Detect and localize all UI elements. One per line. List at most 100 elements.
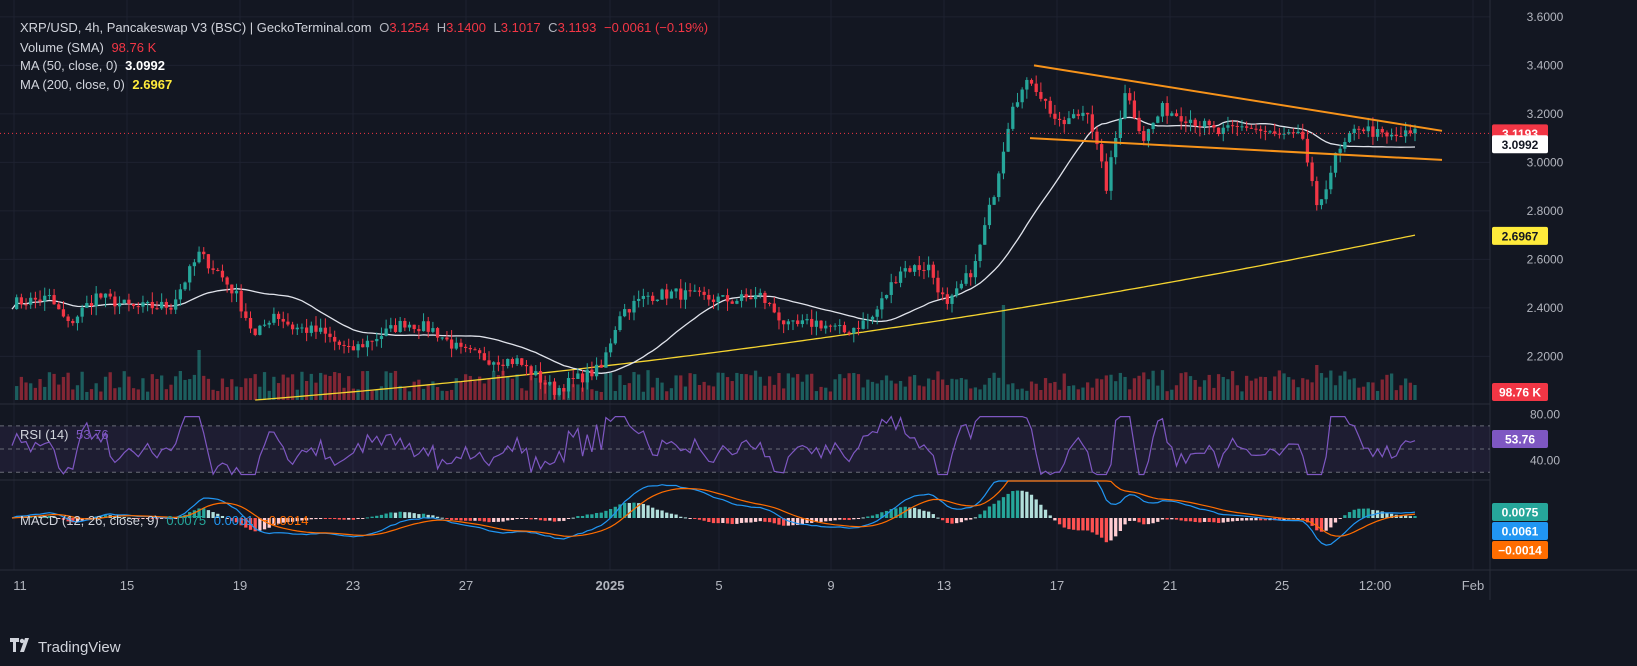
macd-legend[interactable]: MACD (12, 26, close, 9) 0.0075 0.0061 −0… <box>20 513 312 528</box>
candle-body <box>983 225 987 245</box>
candle-body <box>300 327 304 329</box>
volume-bar <box>534 377 538 400</box>
symbol-title[interactable]: XRP/USD, 4h, Pancakeswap V3 (BSC) | Geck… <box>20 20 372 35</box>
candle-body <box>1067 118 1071 125</box>
candle-body <box>1104 161 1108 191</box>
volume-bar <box>1324 377 1328 400</box>
volume-bar <box>304 380 309 400</box>
volume-bar <box>1170 389 1174 400</box>
macd-histogram-bar <box>828 518 833 521</box>
volume-bar <box>440 390 444 400</box>
candle-body <box>178 289 182 300</box>
tradingview-branding[interactable]: TradingView <box>10 638 121 656</box>
volume-bar <box>1146 379 1151 400</box>
macd-histogram-bar <box>669 513 674 518</box>
candle-body <box>917 265 921 270</box>
time-tick-label: 17 <box>1050 578 1064 593</box>
volume-bar <box>1404 378 1408 400</box>
macd-histogram-bar <box>1408 516 1412 518</box>
volume-bar <box>482 383 486 400</box>
candle-body <box>1048 100 1052 114</box>
volume-legend[interactable]: Volume (SMA) 98.76 K <box>20 40 160 55</box>
hist-value: −0.0014 <box>261 513 309 528</box>
volume-bar <box>852 372 856 400</box>
volume-bar <box>253 374 257 400</box>
volume-bar <box>1085 382 1090 400</box>
volume-bar <box>833 379 837 400</box>
candle-body <box>412 324 416 330</box>
candle-body <box>389 325 393 329</box>
candle-body <box>753 295 758 300</box>
time-tick-label: 23 <box>346 578 360 593</box>
candle-body <box>127 299 131 305</box>
candle-body <box>964 273 968 284</box>
candle-body <box>1357 128 1361 130</box>
candle-body <box>1371 126 1375 137</box>
volume-bar <box>1375 390 1380 400</box>
macd-histogram-bar <box>1142 518 1146 525</box>
candle-body <box>562 388 566 392</box>
volume-bar <box>1254 378 1258 400</box>
macd-histogram-bar <box>1357 508 1361 518</box>
candle-body <box>1343 142 1347 149</box>
candle-body <box>941 292 945 295</box>
ma50-tag: 3.0992 <box>1502 138 1539 152</box>
volume-bar <box>674 375 678 400</box>
volume-bar <box>1333 385 1338 400</box>
price-chart[interactable]: 2.2000 2.4000 2.6000 2.8000 3.0000 3.2000 3.40… <box>0 0 1637 666</box>
candle-body <box>43 295 47 302</box>
candle-body <box>978 244 982 262</box>
macd-histogram-bar <box>1146 518 1151 525</box>
volume-bar <box>1287 377 1291 400</box>
volume-bar <box>1301 378 1305 400</box>
close-label: C <box>548 20 558 35</box>
ma50-legend[interactable]: MA (50, close, 0) 3.0992 <box>20 58 169 73</box>
rsi-tag: 53.76 <box>1505 433 1535 447</box>
candle-body <box>417 329 421 332</box>
candle-body <box>15 297 19 310</box>
candle-body <box>75 316 80 324</box>
volume-bar <box>1394 390 1398 400</box>
macd-histogram-bar <box>838 518 842 520</box>
candle-body <box>281 318 285 322</box>
volume-bar <box>697 385 702 400</box>
volume-bar <box>71 389 75 400</box>
macd-histogram-bar <box>1015 490 1020 518</box>
volume-bar <box>1347 379 1352 400</box>
candle-body <box>1043 98 1048 101</box>
macd-histogram-bar <box>926 511 931 518</box>
volume-bar <box>192 374 197 400</box>
volume-bar <box>80 371 84 400</box>
macd-histogram-bar <box>1067 518 1071 530</box>
macd-histogram-bar <box>721 518 725 523</box>
candle-body <box>950 295 954 304</box>
candle-body <box>244 311 248 318</box>
candle-body <box>319 327 323 332</box>
macd-histogram-bar <box>707 518 711 523</box>
macd-histogram-bar <box>375 515 379 518</box>
volume-bar <box>945 385 949 400</box>
volume-bar <box>281 374 285 400</box>
volume-bar <box>983 384 987 400</box>
macd-histogram-bar <box>983 510 987 518</box>
volume-bar <box>403 387 407 400</box>
macd-histogram-bar <box>1123 518 1127 525</box>
macd-histogram-bar <box>1347 512 1352 518</box>
candle-body <box>1315 181 1319 206</box>
change-value: −0.0061 (−0.19%) <box>603 20 709 35</box>
volume-bar <box>941 379 945 400</box>
volume-bar <box>520 388 524 400</box>
volume-bar <box>894 383 898 400</box>
macd-histogram-bar <box>1081 518 1085 531</box>
volume-bar <box>389 372 393 400</box>
volume-bar <box>1053 381 1057 400</box>
macd-histogram-bar <box>861 517 865 519</box>
volume-bar <box>463 374 468 400</box>
candle-body <box>1128 93 1132 101</box>
ma200-legend[interactable]: MA (200, close, 0) 2.6967 <box>20 77 176 92</box>
macd-histogram-bar <box>997 500 1001 518</box>
candle-body <box>1081 112 1085 116</box>
candle-body <box>777 312 781 321</box>
rsi-legend[interactable]: RSI (14) 53.76 <box>20 427 113 442</box>
volume-bar <box>931 379 935 400</box>
